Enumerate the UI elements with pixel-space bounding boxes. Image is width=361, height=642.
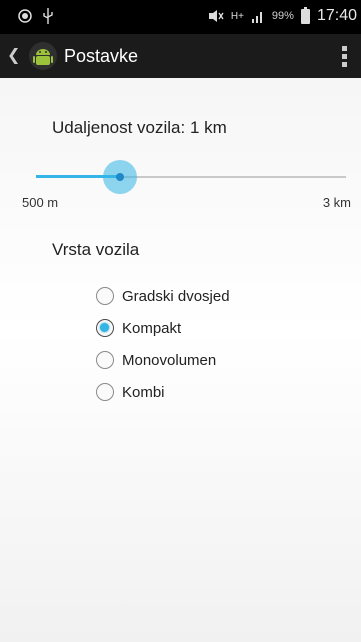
vehicle-type-radio-group: Gradski dvosjed Kompakt Monovolumen Komb… — [96, 280, 230, 408]
radio-button[interactable] — [96, 287, 114, 305]
radio-option-monovolumen[interactable]: Monovolumen — [96, 344, 230, 376]
radio-button[interactable] — [96, 319, 114, 337]
distance-slider-label: Udaljenost vozila: 1 km — [52, 118, 227, 137]
page-title: Postavke — [64, 46, 139, 66]
radio-option-gradski-dvosjed[interactable]: Gradski dvosjed — [96, 280, 230, 312]
slider-max-label: 3 km — [322, 195, 351, 210]
status-right: H+ 99% 17:40 — [208, 6, 357, 25]
radio-label: Kombi — [122, 383, 165, 401]
status-bar: H+ 99% 17:40 — [0, 0, 361, 34]
radio-option-kombi[interactable]: Kombi — [96, 376, 230, 408]
radio-option-kompakt[interactable]: Kompakt — [96, 312, 230, 344]
radio-button[interactable] — [96, 351, 114, 369]
clock: 17:40 — [316, 7, 357, 24]
status-left — [18, 8, 54, 24]
slider-thumb-center[interactable] — [116, 173, 124, 181]
network-type: H+ — [230, 10, 244, 22]
signal-icon — [251, 12, 262, 23]
action-bar: ❮ Postavke — [0, 34, 361, 78]
distance-slider[interactable] — [36, 160, 346, 194]
mute-icon — [208, 10, 224, 22]
radio-button[interactable] — [96, 383, 114, 401]
battery-icon — [300, 6, 310, 24]
radio-label: Monovolumen — [122, 351, 217, 369]
usb-icon — [43, 8, 53, 24]
camera-icon — [18, 9, 32, 23]
back-caret-icon[interactable]: ❮ — [7, 45, 20, 65]
settings-content: Udaljenost vozila: 1 km 500 m 3 km Vrsta… — [0, 78, 361, 642]
radio-label: Gradski dvosjed — [122, 287, 230, 305]
overflow-menu-icon[interactable] — [342, 46, 347, 67]
vehicle-type-title: Vrsta vozila — [52, 240, 140, 259]
battery-percent: 99% — [271, 10, 294, 22]
radio-label: Kompakt — [122, 319, 182, 337]
android-app-icon[interactable] — [28, 41, 58, 71]
slider-min-label: 500 m — [22, 195, 59, 210]
